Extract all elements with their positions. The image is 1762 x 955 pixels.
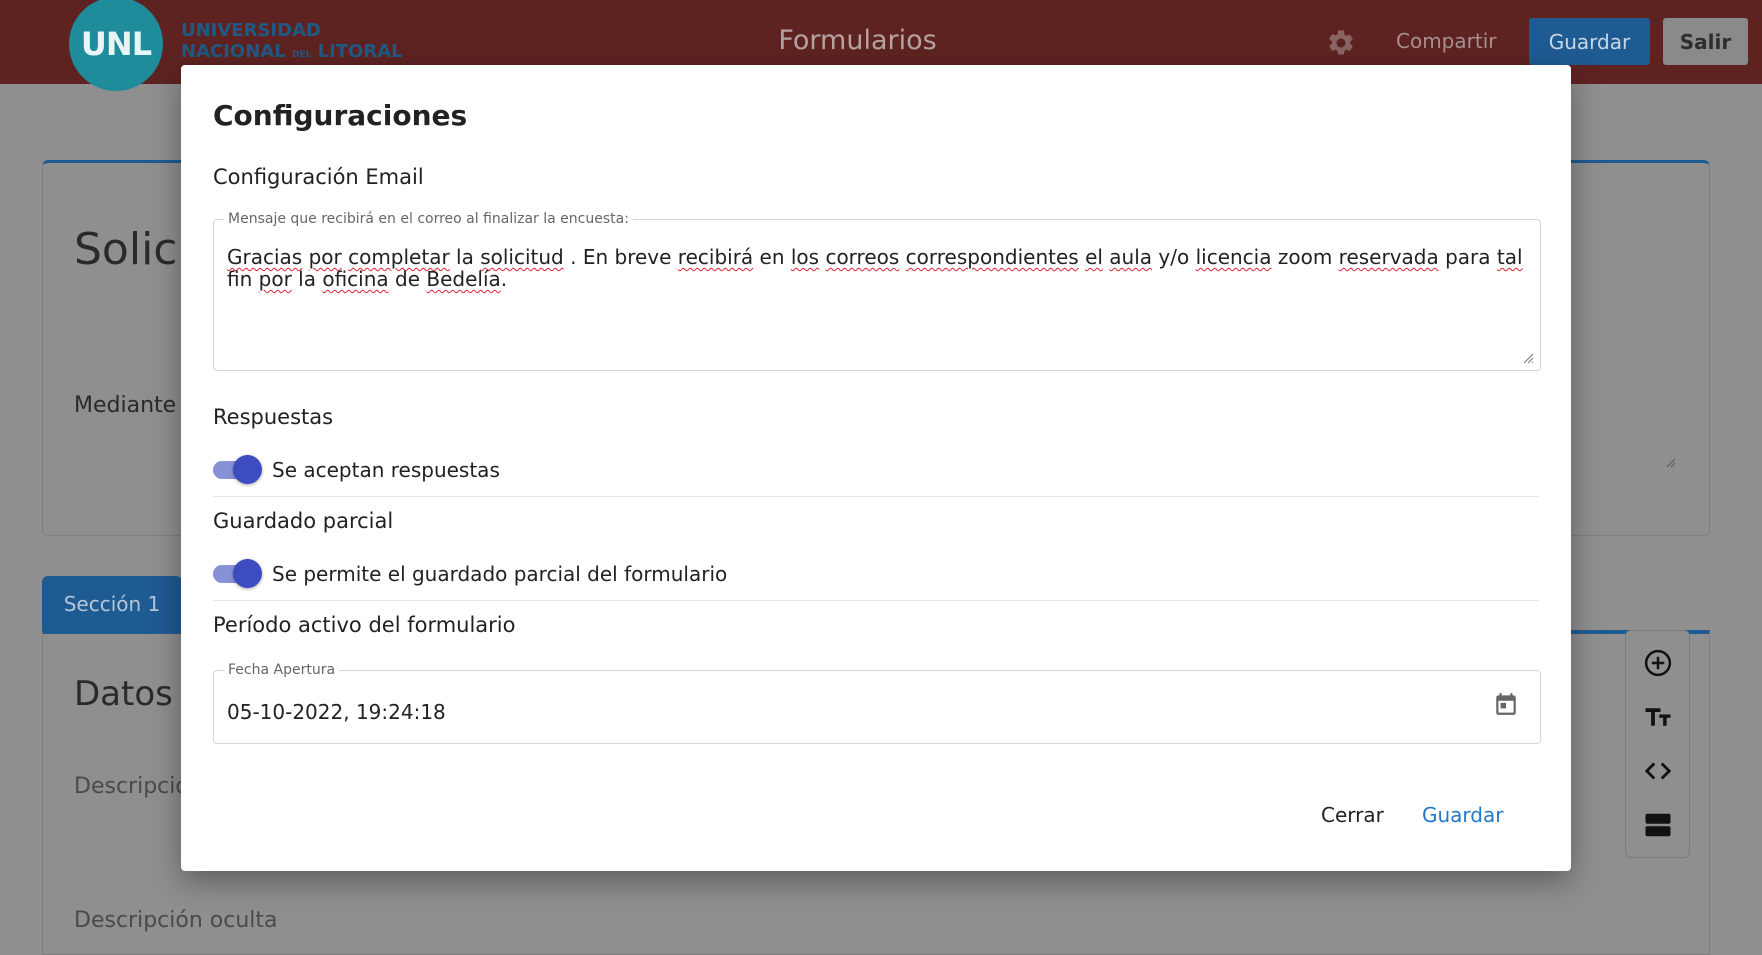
toggle-knob[interactable]: [233, 455, 262, 484]
divider: [213, 496, 1539, 497]
email-word: correos: [825, 245, 900, 269]
resize-grip-icon[interactable]: [1522, 352, 1534, 364]
email-word: por: [308, 245, 342, 269]
text-size-icon[interactable]: [1643, 702, 1673, 732]
email-word: aula: [1109, 245, 1153, 269]
email-word: oficina: [322, 267, 389, 291]
responses-section-title: Respuestas: [213, 405, 334, 429]
email-message-text[interactable]: Gracias por completar la solicitud . En …: [227, 246, 1526, 290]
question-toolbox: [1625, 630, 1690, 858]
email-word: en: [759, 245, 785, 269]
dialog-save-button[interactable]: Guardar: [1408, 795, 1517, 835]
email-word: licencia: [1195, 245, 1272, 269]
form-title[interactable]: Solici: [74, 224, 190, 275]
open-date-value[interactable]: 05-10-2022, 19:24:18: [227, 700, 446, 724]
email-word: para: [1445, 245, 1491, 269]
email-word: la: [298, 267, 316, 291]
email-word: .: [500, 267, 508, 291]
email-word: zoom: [1277, 245, 1333, 269]
tab-section-1[interactable]: Sección 1: [42, 576, 182, 632]
email-word: fin: [227, 267, 253, 291]
email-word: recibirá: [677, 245, 754, 269]
gear-icon[interactable]: [1326, 28, 1356, 58]
divider: [213, 600, 1539, 601]
calendar-icon[interactable]: [1493, 691, 1519, 717]
email-message-textarea[interactable]: Mensaje que recibirá en el correo al fin…: [213, 211, 1541, 371]
email-word: Gracias: [227, 245, 303, 269]
email-word: el: [1085, 245, 1103, 269]
email-message-label: Mensaje que recibirá en el correo al fin…: [224, 211, 633, 227]
email-word: completar: [348, 245, 450, 269]
email-word: los: [790, 245, 820, 269]
email-word: . En breve: [570, 245, 672, 269]
accept-responses-toggle[interactable]: Se aceptan respuestas: [213, 445, 1539, 495]
section-icon[interactable]: [1643, 810, 1673, 840]
partial-save-toggle[interactable]: Se permite el guardado parcial del formu…: [213, 549, 1539, 599]
dialog-title: Configuraciones: [213, 99, 468, 132]
settings-dialog: Configuraciones Configuración Email Mens…: [181, 65, 1571, 871]
open-date-field[interactable]: Fecha Apertura 05-10-2022, 19:24:18: [213, 662, 1541, 744]
form-description[interactable]: Mediante: [74, 393, 176, 418]
save-button[interactable]: Guardar: [1529, 18, 1650, 65]
exit-button[interactable]: Salir: [1663, 18, 1748, 65]
close-button[interactable]: Cerrar: [1307, 795, 1398, 835]
accept-responses-label: Se aceptan respuestas: [272, 458, 500, 482]
resize-grip-icon[interactable]: [1664, 456, 1676, 468]
email-section-title: Configuración Email: [213, 165, 424, 189]
email-word: correspondientes: [905, 245, 1079, 269]
partial-save-label: Se permite el guardado parcial del formu…: [272, 562, 728, 586]
email-word: por: [258, 267, 292, 291]
email-word: solicitud: [480, 245, 564, 269]
active-period-section-title: Período activo del formulario: [213, 613, 516, 637]
email-word: la: [456, 245, 474, 269]
share-link[interactable]: Compartir: [1396, 29, 1496, 53]
email-word: de: [395, 267, 421, 291]
email-word: y/o: [1158, 245, 1190, 269]
add-circle-icon[interactable]: [1643, 648, 1673, 678]
section-description[interactable]: Descripció: [74, 774, 189, 799]
hidden-description[interactable]: Descripción oculta: [74, 908, 277, 933]
code-icon[interactable]: [1643, 756, 1673, 786]
toggle-knob[interactable]: [233, 559, 262, 588]
open-date-label: Fecha Apertura: [224, 662, 340, 678]
email-word: reservada: [1338, 245, 1439, 269]
email-word: Bedelía: [426, 267, 501, 291]
partial-save-section-title: Guardado parcial: [213, 509, 394, 533]
email-word: tal: [1496, 245, 1523, 269]
